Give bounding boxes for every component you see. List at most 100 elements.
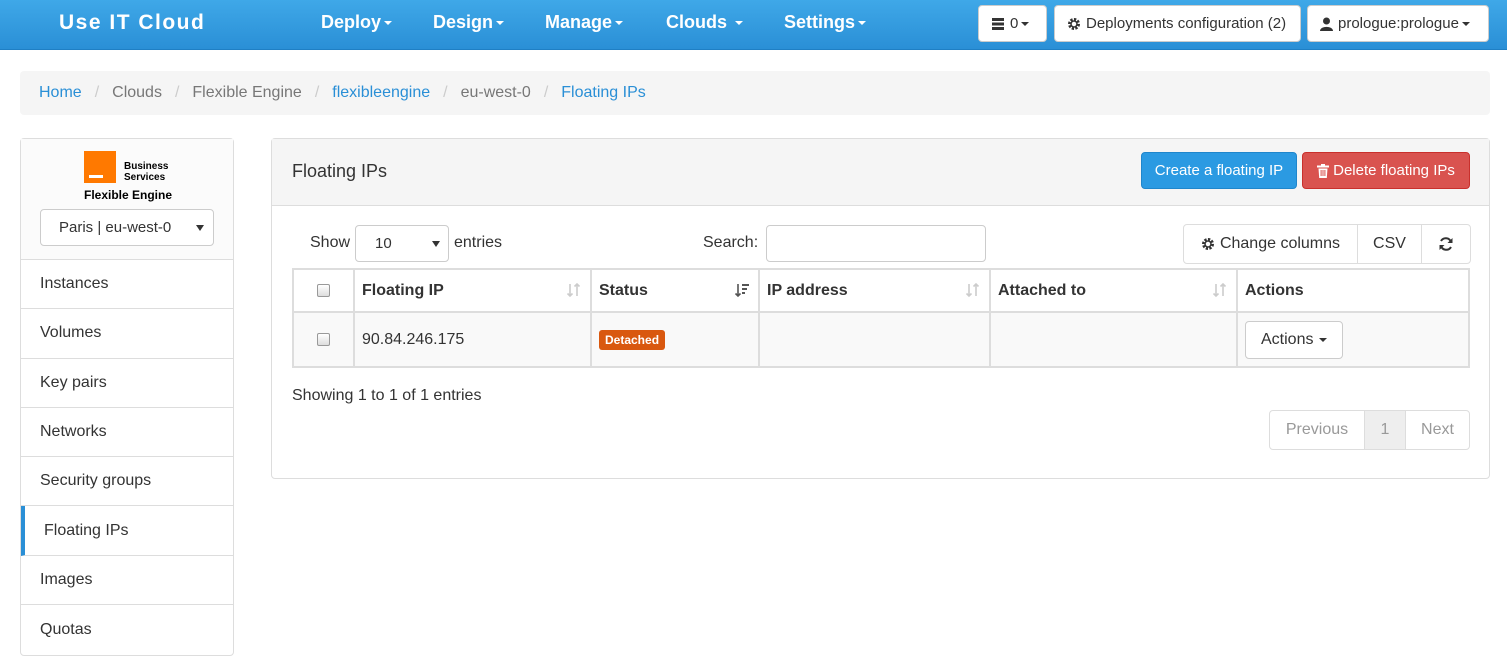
select-all-checkbox[interactable]	[317, 283, 330, 297]
search-input[interactable]	[766, 225, 986, 262]
logo-line1: Business	[124, 161, 169, 172]
breadcrumb-flexible-engine: Flexible Engine	[192, 84, 302, 101]
row-actions-button[interactable]: Actions	[1245, 320, 1344, 359]
nav-settings-label: Settings	[784, 12, 856, 32]
page-length-select[interactable]: 10	[355, 225, 449, 262]
pagination-next[interactable]: Next	[1406, 411, 1469, 449]
orange-logo-icon	[84, 151, 116, 183]
sidebar-item-networks[interactable]: Networks	[21, 408, 233, 458]
row-checkbox[interactable]	[317, 332, 330, 346]
select-all-cell	[292, 268, 355, 313]
breadcrumb-region: eu-west-0	[460, 84, 531, 101]
sidebar-item-label: Security groups	[40, 472, 152, 490]
chevron-down-icon	[615, 21, 624, 26]
chevron-down-icon	[735, 21, 744, 26]
row-actions-label: Actions	[1261, 330, 1314, 348]
sidebar-header: Business Services Flexible Engine Paris …	[21, 139, 233, 260]
breadcrumb-clouds: Clouds	[112, 84, 162, 101]
deployments-config-button[interactable]: Deployments configuration (2)	[1054, 5, 1301, 42]
sidebar-item-label: Quotas	[40, 620, 92, 638]
sort-icon	[566, 282, 581, 298]
sidebar-item-security-groups[interactable]: Security groups	[21, 457, 233, 507]
server-counter-value: 0	[1010, 15, 1019, 32]
row-select-cell	[292, 311, 355, 368]
chevron-down-icon	[432, 241, 440, 247]
breadcrumb-floating-ips[interactable]: Floating IPs	[561, 84, 645, 102]
sidebar-item-label: Networks	[40, 423, 107, 441]
change-columns-button[interactable]: Change columns	[1184, 225, 1358, 263]
server-counter-button[interactable]: 0	[978, 5, 1047, 42]
nav-deploy[interactable]: Deploy	[321, 12, 393, 33]
table-tools-group: Change columns CSV	[1183, 224, 1471, 264]
nav-deploy-label: Deploy	[321, 12, 382, 32]
sort-icon	[1212, 282, 1227, 298]
column-header-status[interactable]: Status	[590, 268, 760, 313]
floating-ips-table: Floating IP Status IP address Attached t…	[292, 268, 1470, 368]
delete-floating-ips-button[interactable]: Delete floating IPs	[1302, 152, 1470, 189]
chevron-down-icon	[1021, 21, 1030, 26]
sort-icon	[965, 282, 980, 298]
sidebar-item-label: Floating IPs	[44, 521, 129, 539]
sidebar-item-key-pairs[interactable]: Key pairs	[21, 359, 233, 408]
floating-ips-panel: Floating IPs Create a floating IP Delete…	[271, 138, 1490, 479]
column-header-floating-ip[interactable]: Floating IP	[353, 268, 592, 313]
orange-logo: Business Services	[84, 151, 168, 183]
sidebar-item-label: Key pairs	[40, 373, 107, 391]
actions-cell: Actions	[1236, 311, 1470, 368]
breadcrumb: Home / Clouds / Flexible Engine / flexib…	[20, 71, 1490, 115]
create-floating-ip-button[interactable]: Create a floating IP	[1141, 152, 1297, 189]
breadcrumb-separator: /	[174, 84, 180, 101]
chevron-down-icon	[858, 21, 867, 26]
ip-address-cell	[758, 311, 991, 368]
column-header-label: IP address	[767, 281, 848, 299]
column-header-attached-to[interactable]: Attached to	[989, 268, 1238, 313]
nav-manage-label: Manage	[545, 12, 613, 32]
sidebar-item-floating-ips[interactable]: Floating IPs	[21, 506, 233, 556]
pagination-previous[interactable]: Previous	[1270, 411, 1365, 449]
server-icon	[992, 17, 1004, 30]
pagination-page-1[interactable]: 1	[1365, 411, 1406, 449]
region-select[interactable]: Paris | eu-west-0	[40, 209, 214, 246]
breadcrumb-home[interactable]: Home	[39, 84, 82, 102]
sort-desc-icon	[734, 284, 749, 298]
top-navbar: Use IT Cloud Deploy Design Manage Clouds…	[0, 0, 1507, 50]
refresh-button[interactable]	[1422, 225, 1470, 263]
show-label: Show	[310, 234, 351, 251]
column-header-ip-address[interactable]: IP address	[758, 268, 991, 313]
column-header-label: Floating IP	[362, 281, 444, 299]
change-columns-label: Change columns	[1219, 235, 1341, 252]
sidebar-item-instances[interactable]: Instances	[21, 260, 233, 310]
nav-design[interactable]: Design	[433, 12, 505, 33]
nav-settings[interactable]: Settings	[784, 12, 867, 33]
breadcrumb-flexibleengine[interactable]: flexibleengine	[332, 84, 430, 102]
brand-title[interactable]: Use IT Cloud	[59, 11, 205, 35]
table-header-row: Floating IP Status IP address Attached t…	[292, 268, 1470, 313]
page-length-value: 10	[375, 235, 392, 252]
breadcrumb-separator: /	[543, 84, 549, 101]
nav-clouds[interactable]: Clouds	[666, 12, 744, 33]
sidebar-item-quotas[interactable]: Quotas	[21, 605, 233, 654]
gear-icon	[1201, 238, 1214, 250]
page-title: Floating IPs	[292, 161, 388, 181]
chevron-down-icon	[196, 225, 204, 231]
region-select-value: Paris | eu-west-0	[59, 219, 172, 236]
user-menu-button[interactable]: prologue:prologue	[1307, 5, 1489, 42]
breadcrumb-separator: /	[94, 84, 100, 101]
breadcrumb-separator: /	[443, 84, 448, 101]
user-icon	[1320, 17, 1333, 31]
sidebar-item-label: Volumes	[40, 324, 102, 342]
csv-export-button[interactable]: CSV	[1358, 225, 1422, 263]
gear-icon	[1068, 17, 1080, 30]
sidebar-item-label: Instances	[40, 275, 109, 293]
sidebar-item-volumes[interactable]: Volumes	[21, 309, 233, 359]
nav-manage[interactable]: Manage	[545, 12, 624, 33]
column-header-label: Attached to	[998, 281, 1086, 299]
deployments-config-label: Deployments configuration (2)	[1086, 15, 1287, 32]
logo-line2: Services	[124, 172, 166, 183]
entries-label: entries	[454, 234, 503, 251]
column-header-label: Actions	[1245, 281, 1304, 299]
chevron-down-icon	[384, 21, 393, 26]
status-badge: Detached	[599, 329, 666, 350]
breadcrumb-separator: /	[314, 84, 320, 101]
sidebar-item-images[interactable]: Images	[21, 556, 233, 606]
